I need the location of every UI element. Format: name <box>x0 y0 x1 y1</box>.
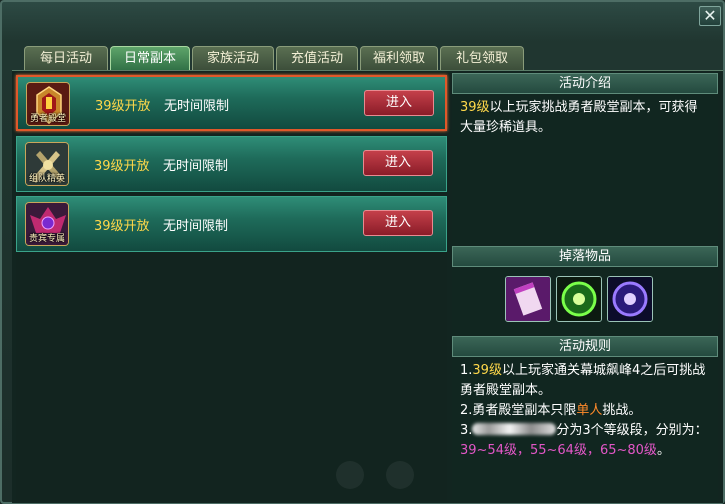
drops-body <box>452 267 718 335</box>
scroll-item-icon[interactable] <box>505 276 551 322</box>
level-requirement: 39级开放 <box>95 99 151 114</box>
tab-welfare[interactable]: 福利领取 <box>360 46 438 71</box>
rule-solo-highlight: 单人 <box>576 403 603 418</box>
faint-background-decoration <box>386 461 414 489</box>
activity-row-vip-exclusive[interactable]: 贵宾专属 39级开放 无时间限制 进入 <box>16 196 447 252</box>
enter-button-elite-team[interactable]: 进入 <box>363 150 433 176</box>
rule-line-1: 1.39级以上玩家通关幕城飙峰4之后可挑战勇者殿堂副本。 <box>460 363 706 398</box>
vip-exclusive-icon: 贵宾专属 <box>25 202 69 246</box>
rule-level: 39级 <box>472 363 502 378</box>
intro-level: 39级 <box>460 100 490 115</box>
rule-level-ranges: 39~54级，55~64级，65~80级 <box>460 443 657 458</box>
vip-exclusive-caption: 贵宾专属 <box>28 234 65 244</box>
intro-body: 39级以上玩家挑战勇者殿堂副本，可获得大量珍稀道具。 <box>452 94 718 244</box>
rules-body: 1.39级以上玩家通关幕城飙峰4之后可挑战勇者殿堂副本。 2.勇者殿堂副本只限单… <box>452 357 718 501</box>
enter-button-brave-hall[interactable]: 进入 <box>364 90 434 116</box>
time-limit: 无时间限制 <box>164 99 230 114</box>
time-limit: 无时间限制 <box>163 219 229 234</box>
tab-recharge-activity[interactable]: 充值活动 <box>276 46 358 71</box>
tab-daily-dungeon[interactable]: 日常副本 <box>110 46 190 71</box>
elite-team-caption: 组队精英 <box>28 174 65 184</box>
rule-line-3: 3. 分为3个等级段，分别为：39~54级，55~64级，65~80级。 <box>460 423 708 458</box>
close-button[interactable]: ✕ <box>699 6 721 26</box>
rules-header: 活动规则 <box>452 336 718 357</box>
faint-background-decoration <box>336 461 364 489</box>
drops-header: 掉落物品 <box>452 246 718 267</box>
purple-orb-icon[interactable] <box>607 276 653 322</box>
level-requirement: 39级开放 <box>94 219 150 234</box>
enter-button-vip-exclusive[interactable]: 进入 <box>363 210 433 236</box>
redacted-text <box>472 423 557 435</box>
activity-list: 勇者殿堂 39级开放 无时间限制 进入 组队精英 39级开放 无时间限制 进入 <box>16 73 447 501</box>
rule-line-2: 2.勇者殿堂副本只限单人挑战。 <box>460 403 642 418</box>
elite-team-icon: 组队精英 <box>25 142 69 186</box>
brave-hall-icon: 勇者殿堂 <box>26 82 70 126</box>
time-limit: 无时间限制 <box>163 159 229 174</box>
intro-header: 活动介绍 <box>452 73 718 94</box>
tab-daily-activity[interactable]: 每日活动 <box>24 46 108 71</box>
activity-row-elite-team[interactable]: 组队精英 39级开放 无时间限制 进入 <box>16 136 447 192</box>
tab-gift-pack[interactable]: 礼包领取 <box>440 46 524 71</box>
intro-text: 以上玩家挑战勇者殿堂副本，可获得大量珍稀道具。 <box>460 100 698 135</box>
detail-panel: 活动介绍 39级以上玩家挑战勇者殿堂副本，可获得大量珍稀道具。 掉落物品 活动规… <box>452 73 718 501</box>
green-orb-icon[interactable] <box>556 276 602 322</box>
brave-hall-caption: 勇者殿堂 <box>29 114 66 124</box>
activity-row-brave-hall[interactable]: 勇者殿堂 39级开放 无时间限制 进入 <box>16 75 447 131</box>
level-requirement: 39级开放 <box>94 159 150 174</box>
tab-family-activity[interactable]: 家族活动 <box>192 46 274 71</box>
